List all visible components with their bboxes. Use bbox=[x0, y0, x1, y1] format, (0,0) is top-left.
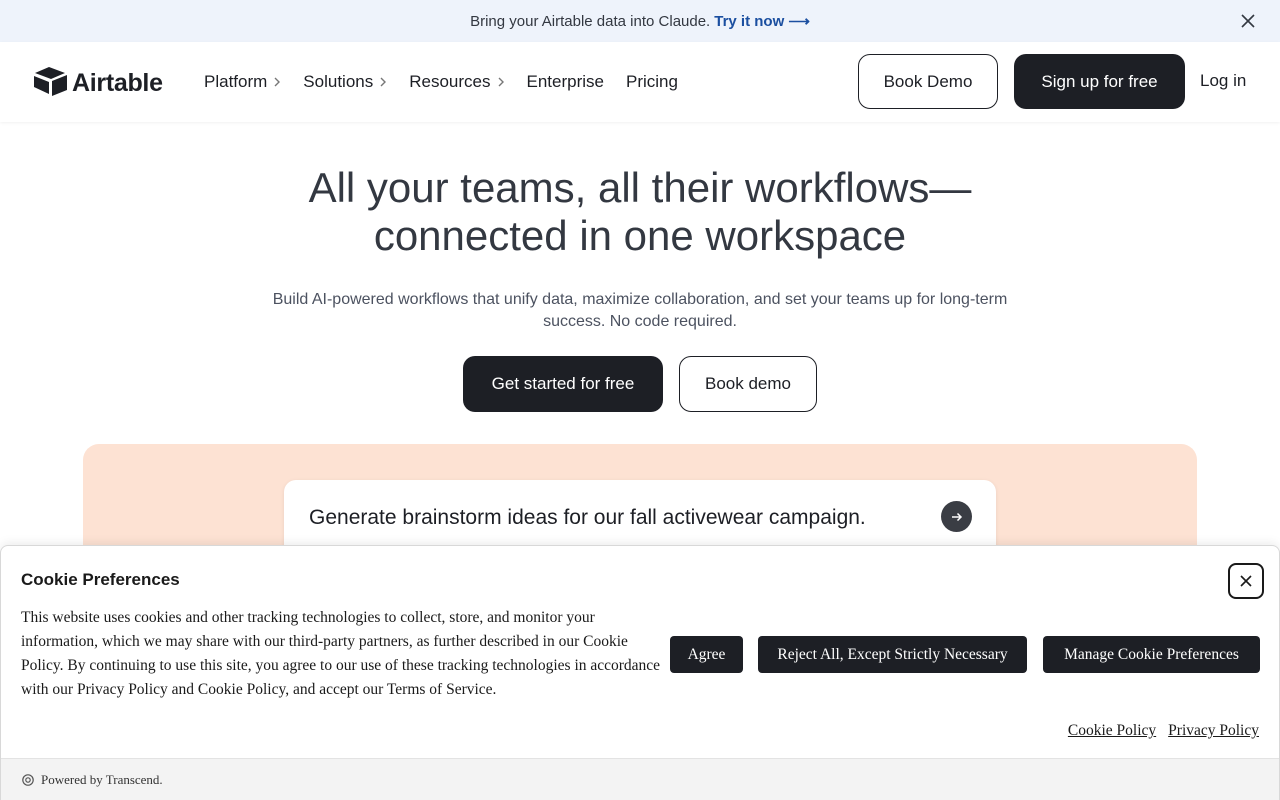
arrow-right-icon[interactable] bbox=[941, 501, 972, 532]
announcement-text: Bring your Airtable data into Claude. bbox=[470, 12, 711, 30]
close-icon[interactable] bbox=[1238, 11, 1258, 31]
site-header: Airtable Platform Solutions Resources En… bbox=[0, 42, 1280, 122]
powered-by-text: Powered by Transcend. bbox=[41, 771, 163, 787]
cookie-agree-button[interactable]: Agree bbox=[670, 636, 743, 673]
main-nav: Platform Solutions Resources Enterprise … bbox=[204, 42, 700, 122]
nav-pricing[interactable]: Pricing bbox=[626, 72, 678, 92]
chevron-right-icon bbox=[498, 77, 504, 87]
nav-resources[interactable]: Resources bbox=[409, 72, 504, 92]
hero-title-line1: All your teams, all their workflows— bbox=[308, 164, 972, 211]
cookie-close-button[interactable] bbox=[1228, 563, 1264, 599]
nav-enterprise[interactable]: Enterprise bbox=[527, 72, 604, 92]
book-demo-button[interactable]: Book Demo bbox=[858, 54, 998, 109]
announcement-bar: Bring your Airtable data into Claude. Tr… bbox=[0, 0, 1280, 42]
nav-label: Solutions bbox=[303, 72, 374, 91]
cookie-banner: Cookie Preferences This website uses coo… bbox=[0, 545, 1280, 800]
nav-label: Pricing bbox=[625, 72, 678, 91]
cookie-title: Cookie Preferences bbox=[21, 570, 180, 589]
nav-label: Platform bbox=[204, 72, 268, 91]
hero-title-line2: connected in one workspace bbox=[373, 212, 907, 259]
nav-solutions[interactable]: Solutions bbox=[303, 72, 387, 92]
powered-by-footer: Powered by Transcend. bbox=[1, 758, 1279, 800]
airtable-logo-icon bbox=[34, 66, 68, 101]
logo-text: Airtable bbox=[72, 69, 163, 97]
cookie-reject-button[interactable]: Reject All, Except Strictly Necessary bbox=[758, 636, 1027, 673]
hero-title: All your teams, all their workflows— con… bbox=[240, 164, 1040, 260]
cookie-manage-button[interactable]: Manage Cookie Preferences bbox=[1043, 636, 1260, 673]
cookie-body: This website uses cookies and other trac… bbox=[21, 609, 661, 698]
nav-label: Enterprise bbox=[526, 72, 604, 91]
hero-subtitle: Build AI-powered workflows that unify da… bbox=[272, 291, 1008, 330]
gear-icon bbox=[22, 773, 34, 786]
chevron-right-icon bbox=[274, 77, 281, 87]
book-demo-secondary-button[interactable]: Book demo bbox=[679, 356, 817, 412]
get-started-button[interactable]: Get started for free bbox=[463, 356, 663, 412]
nav-platform[interactable]: Platform bbox=[204, 72, 281, 92]
chevron-right-icon bbox=[380, 77, 387, 87]
sign-up-button[interactable]: Sign up for free bbox=[1014, 54, 1185, 109]
nav-label: Resources bbox=[409, 72, 491, 91]
airtable-logo[interactable]: Airtable bbox=[34, 66, 163, 101]
cookie-policy-link[interactable]: Cookie Policy bbox=[1068, 722, 1156, 740]
cookie-links: Cookie Policy Privacy Policy bbox=[1056, 722, 1259, 740]
announcement-link[interactable]: Try it now ⟶ bbox=[714, 12, 810, 30]
prompt-text: Generate brainstorm ideas for our fall a… bbox=[309, 506, 866, 529]
login-link[interactable]: Log in bbox=[1200, 71, 1246, 91]
close-icon bbox=[1240, 575, 1252, 587]
privacy-policy-link[interactable]: Privacy Policy bbox=[1168, 722, 1259, 740]
